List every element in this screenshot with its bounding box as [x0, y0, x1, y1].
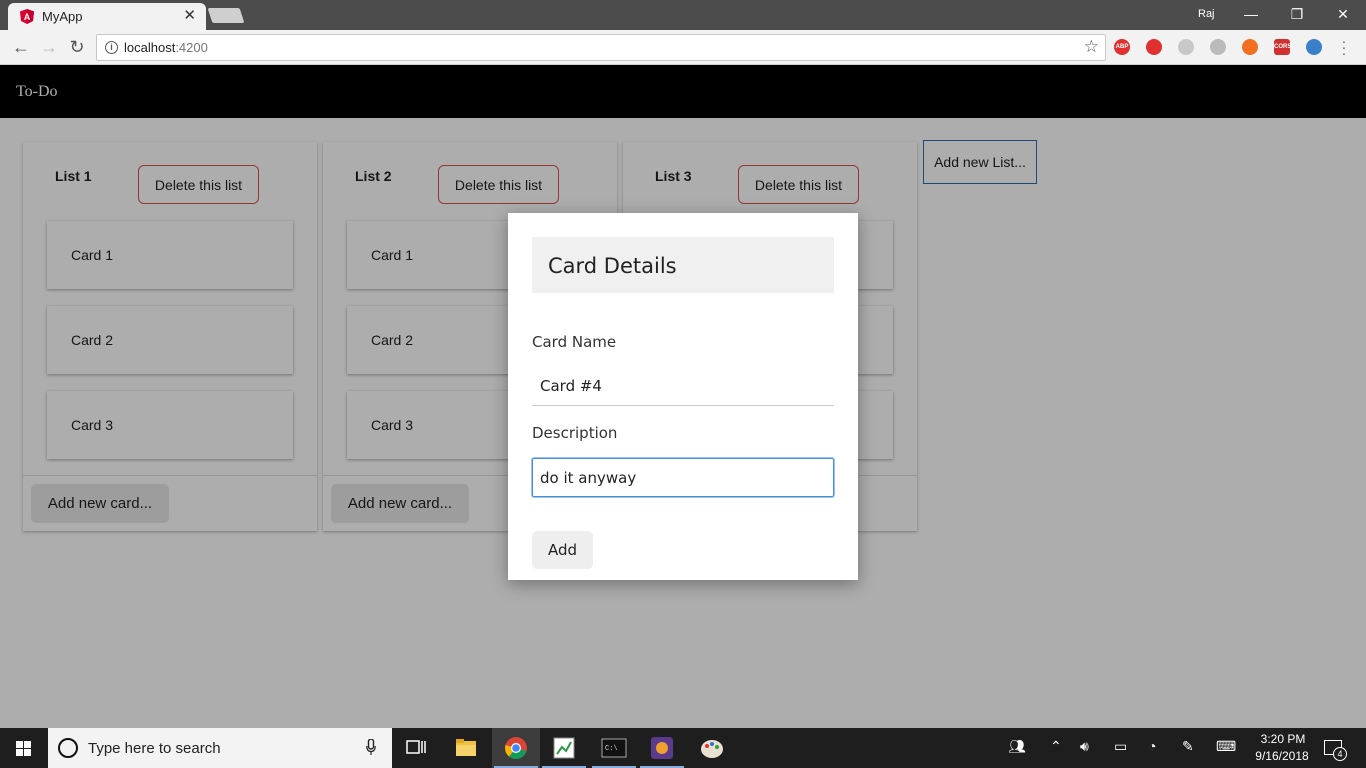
dialog-title: Card Details: [548, 254, 677, 278]
svg-text:A: A: [24, 12, 31, 22]
terminal-icon[interactable]: C:\: [590, 728, 638, 768]
info-icon[interactable]: i: [105, 41, 118, 54]
windows-taskbar: Type here to search C:\ 👥︎ ⌃ 🔊︎ ▭ ◔ ✎ ⌨ …: [0, 728, 1366, 768]
address-bar[interactable]: i localhost:4200 ☆: [96, 34, 1106, 61]
clock-time[interactable]: 3:20 PM: [1258, 732, 1308, 746]
cors-extension-icon[interactable]: CORS: [1274, 39, 1291, 55]
paint-icon[interactable]: [688, 728, 736, 768]
battery-icon[interactable]: ▭: [1114, 738, 1127, 755]
file-explorer-icon[interactable]: [442, 728, 490, 768]
browser-tab[interactable]: A MyApp ✕: [8, 3, 206, 30]
description-label: Description: [532, 424, 618, 442]
back-icon[interactable]: ←: [9, 36, 33, 58]
card-name-input[interactable]: [532, 367, 834, 406]
pen-icon[interactable]: ✎: [1182, 738, 1194, 755]
chrome-taskbar-icon[interactable]: [492, 728, 540, 768]
profile-name[interactable]: Raj: [1198, 8, 1215, 20]
windows-icon: [16, 741, 32, 756]
close-window-icon[interactable]: ✕: [1332, 4, 1354, 24]
add-card-submit-button[interactable]: Add: [532, 531, 593, 569]
start-button[interactable]: [0, 728, 48, 768]
tab-title: MyApp: [42, 9, 83, 24]
bookmark-star-icon[interactable]: ☆: [1084, 37, 1099, 57]
browser-toolbar: ← → ↻ i localhost:4200 ☆ ABP CORS · · ·: [0, 30, 1366, 65]
opera-extension-icon[interactable]: [1146, 39, 1162, 55]
abp-extension-icon[interactable]: ABP: [1114, 39, 1130, 55]
editor-app-icon[interactable]: [540, 728, 588, 768]
close-tab-icon[interactable]: ✕: [183, 8, 196, 24]
card-name-label: Card Name: [532, 333, 617, 351]
svg-text:C:\: C:\: [605, 745, 618, 753]
url-text: localhost:4200: [124, 40, 208, 55]
browser-title-bar: A MyApp ✕ Raj — ❐ ✕: [0, 0, 1366, 30]
puzzle-extension-icon[interactable]: [1178, 39, 1194, 55]
forward-icon[interactable]: →: [37, 36, 61, 58]
description-input[interactable]: [531, 457, 835, 498]
cortana-icon: [58, 738, 78, 758]
reload-icon[interactable]: ↻: [65, 36, 89, 58]
notification-count-badge: 4: [1333, 747, 1347, 761]
chrome-menu-icon[interactable]: · · ·: [1338, 34, 1350, 60]
keyboard-icon[interactable]: ⌨: [1216, 738, 1236, 755]
fire-extension-icon[interactable]: [1242, 39, 1258, 55]
card-details-dialog: Card Details Card Name Description Add: [508, 213, 858, 580]
search-placeholder: Type here to search: [88, 740, 221, 757]
new-tab-button[interactable]: [207, 8, 245, 23]
circle-extension-icon[interactable]: [1210, 39, 1226, 55]
dialog-header: Card Details: [532, 237, 834, 293]
angular-icon: A: [20, 9, 34, 24]
taskbar-search[interactable]: Type here to search: [48, 728, 392, 768]
microphone-icon[interactable]: [366, 739, 376, 756]
task-view-icon[interactable]: [392, 728, 440, 768]
minimize-icon[interactable]: —: [1240, 4, 1262, 24]
wifi-icon[interactable]: ◔: [1148, 738, 1156, 754]
chevron-up-icon[interactable]: ⌃: [1050, 738, 1062, 755]
app-launcher-icon[interactable]: [638, 728, 686, 768]
volume-icon[interactable]: 🔊︎: [1080, 738, 1089, 755]
restore-icon[interactable]: ❐: [1286, 4, 1308, 24]
people-icon[interactable]: 👥︎: [1008, 738, 1026, 755]
clock-date[interactable]: 9/16/2018: [1252, 749, 1312, 763]
download-extension-icon[interactable]: [1306, 39, 1322, 55]
